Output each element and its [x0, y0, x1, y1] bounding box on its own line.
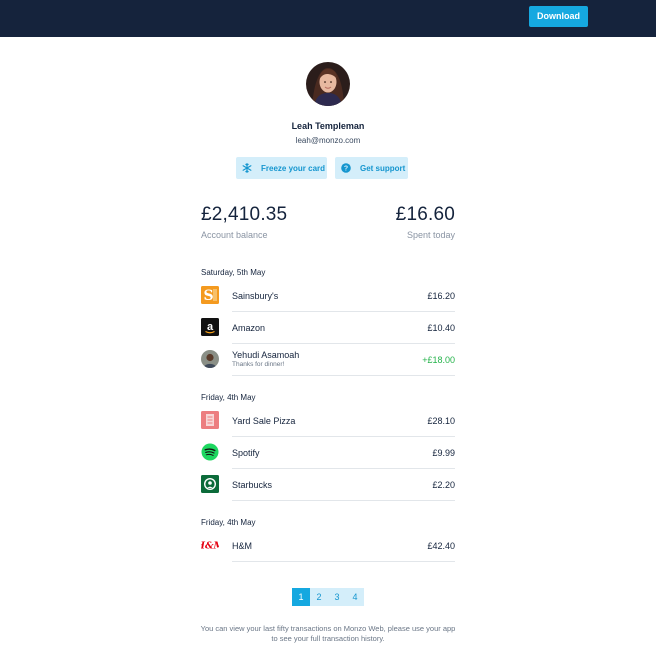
spent-today-label: Spent today	[406, 230, 455, 240]
svg-text:a: a	[207, 321, 214, 333]
page-button-1[interactable]: 1	[292, 588, 310, 606]
yard-sale-pizza-logo	[201, 411, 219, 429]
freeze-card-button[interactable]: Freeze your card	[236, 157, 327, 179]
question-icon: ?	[341, 163, 351, 173]
transaction-amount: £2.20	[432, 480, 455, 490]
sainsburys-logo: S	[201, 286, 219, 304]
person-avatar	[201, 350, 219, 368]
transaction-amount: £42.40	[427, 541, 455, 551]
merchant-name: Starbucks	[232, 480, 273, 490]
transaction-history-note: You can view your last fifty transaction…	[200, 624, 456, 643]
profile-email: leah@monzo.com	[295, 136, 361, 145]
download-button[interactable]: Download	[529, 6, 588, 27]
transaction-amount: £10.40	[427, 323, 455, 333]
amazon-logo: a	[201, 318, 219, 336]
page-button-2[interactable]: 2	[310, 588, 328, 606]
spotify-logo	[201, 443, 219, 461]
get-support-button[interactable]: ? Get support	[335, 157, 408, 179]
transaction-row[interactable]: a Amazon £10.40	[201, 312, 455, 344]
merchant-name: Yehudi Asamoah	[232, 350, 300, 360]
merchant-name: H&M	[232, 541, 252, 551]
svg-text:S: S	[203, 288, 213, 304]
row-divider	[232, 500, 455, 501]
transaction-row[interactable]: Yehudi Asamoah Thanks for dinner! +£18.0…	[201, 344, 455, 376]
transaction-row[interactable]: Spotify £9.99	[201, 437, 455, 469]
merchant-name: Sainsbury's	[232, 291, 279, 301]
spent-today-value: £16.60	[395, 204, 455, 225]
day-heading: Saturday, 5th May	[201, 268, 266, 277]
transaction-amount: £16.20	[427, 291, 455, 301]
account-balance-label: Account balance	[201, 230, 268, 240]
page-button-3[interactable]: 3	[328, 588, 346, 606]
transaction-amount: +£18.00	[422, 355, 455, 365]
transaction-row[interactable]: Yard Sale Pizza £28.10	[201, 405, 455, 437]
transaction-row[interactable]: S Sainsbury's £16.20	[201, 280, 455, 312]
day-heading: Friday, 4th May	[201, 518, 256, 527]
profile-name: Leah Templeman	[291, 121, 365, 131]
merchant-name: Yard Sale Pizza	[232, 416, 296, 426]
snowflake-icon	[242, 163, 252, 173]
account-balance-value: £2,410.35	[201, 204, 288, 225]
svg-text:H&M: H&M	[201, 541, 219, 552]
starbucks-logo	[201, 475, 219, 493]
transaction-row[interactable]: Starbucks £2.20	[201, 469, 455, 501]
row-divider	[232, 561, 455, 562]
pagination: 1 2 3 4	[292, 588, 364, 606]
page-button-4[interactable]: 4	[346, 588, 364, 606]
day-heading: Friday, 4th May	[201, 393, 256, 402]
avatar	[306, 62, 350, 106]
hm-logo: H&M	[201, 536, 219, 554]
merchant-name: Spotify	[232, 448, 260, 458]
transaction-amount: £28.10	[427, 416, 455, 426]
merchant-name: Amazon	[232, 323, 266, 333]
row-divider	[232, 375, 455, 376]
svg-text:?: ?	[344, 166, 348, 173]
transaction-amount: £9.99	[432, 448, 455, 458]
transaction-row[interactable]: H&M H&M £42.40	[201, 530, 455, 562]
top-bar: Download	[0, 0, 656, 37]
transaction-note: Thanks for dinner!	[232, 361, 285, 368]
freeze-card-label: Freeze your card	[261, 163, 326, 173]
get-support-label: Get support	[360, 163, 406, 173]
